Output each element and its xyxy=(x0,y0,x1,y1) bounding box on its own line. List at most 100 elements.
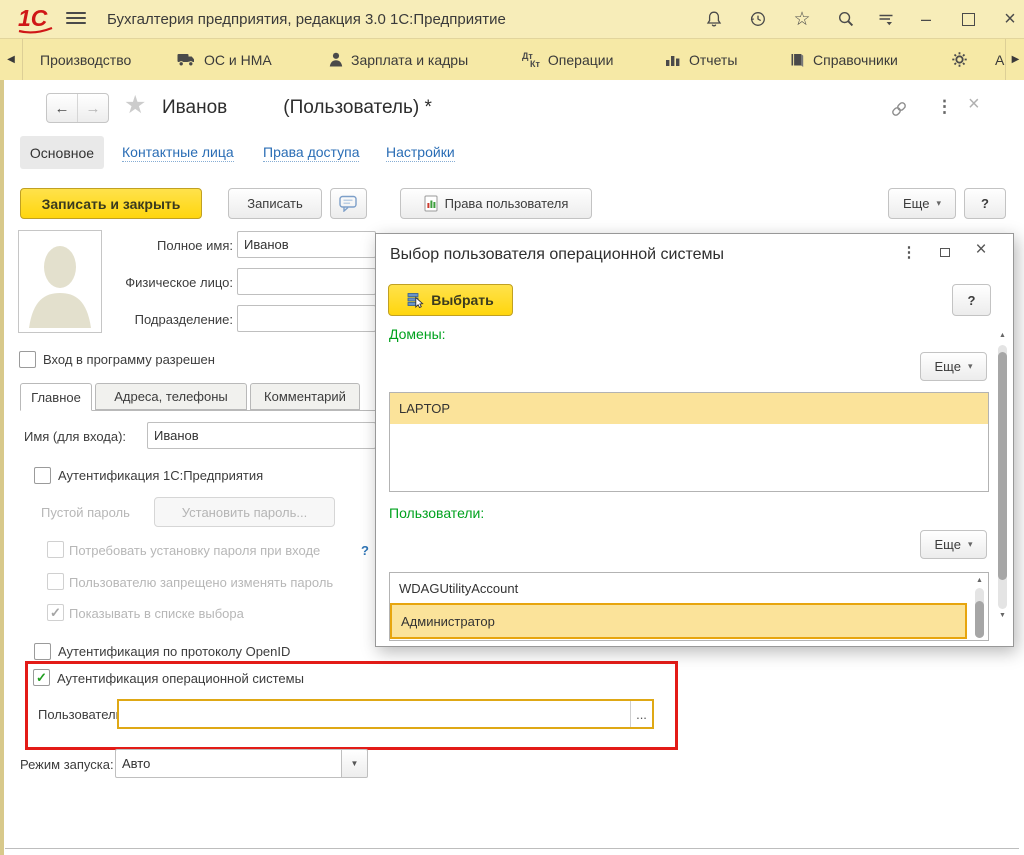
dialog-close-icon[interactable]: × xyxy=(970,239,992,261)
sections-menubar: ◀ Производство ОС и НМА Зарплата и кадры… xyxy=(0,39,1024,80)
history-icon[interactable] xyxy=(746,0,770,38)
dialog-scrollbar[interactable]: ▲ ▼ xyxy=(996,332,1009,624)
button-label: Еще xyxy=(935,359,961,374)
form-more-button[interactable]: Еще ▾ xyxy=(888,188,956,219)
tab-main[interactable]: Главное xyxy=(20,383,92,411)
require-password-help-icon[interactable]: ? xyxy=(361,543,369,558)
forbid-change-password-checkbox[interactable] xyxy=(47,573,64,590)
button-label: Права пользователя xyxy=(445,196,569,211)
menu-label: Справочники xyxy=(813,52,898,68)
window-edge-strip xyxy=(0,80,4,855)
report-document-icon xyxy=(424,195,438,212)
os-user-select-dialog: Выбор пользователя операционной системы … xyxy=(375,233,1014,647)
nav-tab-contacts[interactable]: Контактные лица xyxy=(122,144,234,162)
launch-mode-dropdown-button[interactable]: ▼ xyxy=(341,749,368,778)
menu-item-directories[interactable]: Справочники xyxy=(789,39,898,80)
application-window: 1С Бухгалтерия предприятия, редакция 3.0… xyxy=(0,0,1024,855)
show-in-list-label: Показывать в списке выбора xyxy=(69,606,244,621)
user-name: Иванов xyxy=(162,97,227,119)
department-input[interactable] xyxy=(237,305,376,332)
menu-item-reports[interactable]: Отчеты xyxy=(665,39,737,80)
menu-item-salary-hr[interactable]: Зарплата и кадры xyxy=(329,39,468,80)
menu-item-fixed-assets[interactable]: ОС и НМА xyxy=(177,39,272,80)
user-row[interactable]: WDAGUtilityAccount xyxy=(390,573,988,603)
tab-addresses[interactable]: Адреса, телефоны xyxy=(95,383,247,410)
nav-tab-access-rights[interactable]: Права доступа xyxy=(263,144,359,162)
back-button[interactable]: ← xyxy=(47,94,78,122)
scroll-down-icon[interactable]: ▼ xyxy=(996,612,1009,619)
menu-item-production[interactable]: Производство xyxy=(40,39,131,80)
openid-checkbox[interactable] xyxy=(34,643,51,660)
auth-1c-checkbox[interactable] xyxy=(34,467,51,484)
users-list-scrollbar[interactable]: ▲ xyxy=(973,575,986,640)
login-allowed-checkbox[interactable] xyxy=(19,351,36,368)
dialog-help-button[interactable]: ? xyxy=(952,284,991,316)
save-and-close-button[interactable]: Записать и закрыть xyxy=(20,188,202,219)
nav-tab-main[interactable]: Основное xyxy=(20,136,104,169)
show-in-list-checkbox[interactable]: ✓ xyxy=(47,604,64,621)
choose-value-button[interactable]: ... xyxy=(630,701,652,727)
form-help-button[interactable]: ? xyxy=(964,188,1006,219)
menu-label: ОС и НМА xyxy=(204,52,272,68)
domains-more-button[interactable]: Еще ▾ xyxy=(920,352,987,381)
full-name-label: Полное имя: xyxy=(110,238,233,253)
favorite-star-icon[interactable]: ★ xyxy=(124,90,146,120)
save-button[interactable]: Записать xyxy=(228,188,322,219)
history-nav-group: ← → xyxy=(46,93,109,123)
form-close-icon[interactable]: × xyxy=(968,94,980,114)
menu-item-operations[interactable]: ДтКт Операции xyxy=(522,39,613,80)
truck-icon xyxy=(177,53,196,67)
os-user-input[interactable]: ... xyxy=(117,699,654,729)
require-password-checkbox[interactable] xyxy=(47,541,64,558)
gear-icon xyxy=(951,51,968,68)
scroll-up-icon[interactable]: ▲ xyxy=(996,332,1009,339)
book-icon xyxy=(789,52,805,68)
favorites-icon[interactable]: ☆ xyxy=(790,0,814,38)
domain-row-selected[interactable]: LAPTOP xyxy=(390,393,988,424)
users-list: WDAGUtilityAccount Администратор ▲ xyxy=(389,572,989,641)
main-menu-icon[interactable] xyxy=(66,12,86,26)
panel-options-icon[interactable] xyxy=(874,0,898,38)
tab-comment[interactable]: Комментарий xyxy=(250,383,360,410)
full-name-input[interactable]: Иванов xyxy=(237,231,376,258)
combo-arrow-icon: ▼ xyxy=(351,759,359,768)
get-link-icon[interactable] xyxy=(890,100,908,123)
discussion-button[interactable] xyxy=(330,188,367,219)
dialog-more-icon[interactable]: ⋮ xyxy=(898,241,920,263)
dialog-maximize-icon[interactable] xyxy=(934,241,956,263)
physical-person-input[interactable] xyxy=(237,268,376,295)
minimize-button[interactable]: – xyxy=(914,0,938,38)
select-button[interactable]: Выбрать xyxy=(388,284,513,316)
launch-mode-select[interactable]: Авто xyxy=(115,749,342,778)
close-button[interactable]: × xyxy=(998,0,1022,38)
forward-button[interactable]: → xyxy=(78,94,108,122)
os-auth-checkbox[interactable]: ✓ xyxy=(33,669,50,686)
notifications-icon[interactable] xyxy=(702,0,726,38)
scroll-up-icon[interactable]: ▲ xyxy=(973,577,986,584)
set-password-button[interactable]: Установить пароль... xyxy=(154,497,335,527)
titlebar: 1С Бухгалтерия предприятия, редакция 3.0… xyxy=(0,0,1024,39)
login-name-input[interactable]: Иванов xyxy=(147,422,376,449)
user-row-selected[interactable]: Администратор xyxy=(390,603,967,639)
domains-list: LAPTOP xyxy=(389,392,989,492)
input-value xyxy=(119,701,630,727)
checkmark-icon: ✓ xyxy=(36,671,47,684)
empty-password-label: Пустой пароль xyxy=(41,505,130,520)
menu-scroll-right[interactable]: ▶ xyxy=(1005,39,1024,80)
bar-chart-icon xyxy=(665,53,681,67)
maximize-button[interactable] xyxy=(956,0,980,38)
menu-scroll-left[interactable]: ◀ xyxy=(0,39,23,80)
menu-item-administration-partial[interactable]: А xyxy=(995,39,1004,80)
dropdown-arrow-icon: ▾ xyxy=(936,198,941,209)
form-more-icon[interactable]: ⋮ xyxy=(936,98,953,115)
login-allowed-label: Вход в программу разрешен xyxy=(43,352,215,367)
menu-item-settings[interactable] xyxy=(951,39,968,80)
forbid-change-password-label: Пользователю запрещено изменять пароль xyxy=(69,575,333,590)
search-icon[interactable] xyxy=(834,0,858,38)
users-label: Пользователи: xyxy=(389,505,484,521)
nav-tab-settings[interactable]: Настройки xyxy=(386,144,455,162)
users-more-button[interactable]: Еще ▾ xyxy=(920,530,987,559)
dropdown-arrow-icon: ▾ xyxy=(968,539,973,550)
dialog-title: Выбор пользователя операционной системы xyxy=(390,246,724,264)
user-rights-button[interactable]: Права пользователя xyxy=(400,188,592,219)
